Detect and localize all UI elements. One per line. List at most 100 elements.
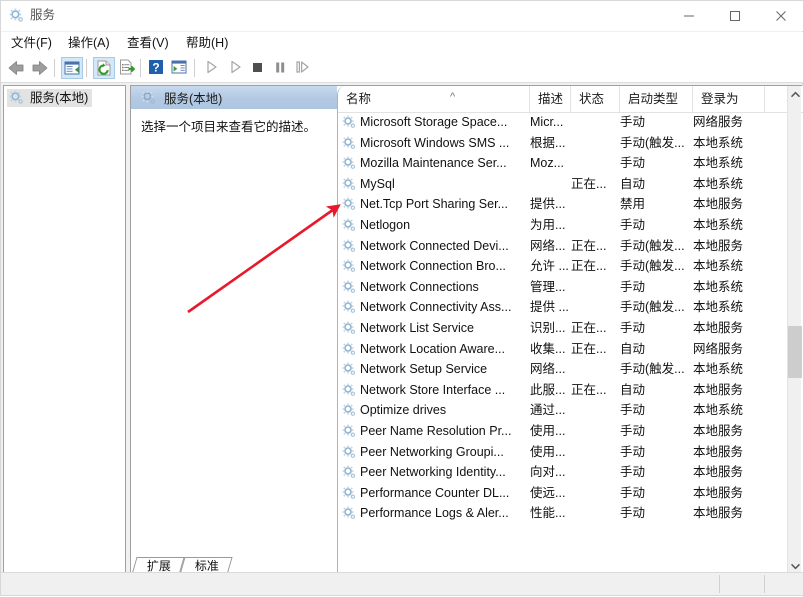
- cell-log-on-as: 本地系统: [693, 217, 744, 232]
- scroll-up-icon[interactable]: [788, 86, 802, 103]
- cell-service-name: Performance Counter DL...: [360, 485, 510, 500]
- pause-service-icon[interactable]: [270, 57, 292, 79]
- services-gear-icon: [9, 8, 25, 24]
- cell-status: 正在...: [571, 382, 607, 397]
- table-row[interactable]: Microsoft Storage Space... Micr... 手动 网络服务: [338, 112, 790, 133]
- service-gear-icon: [342, 321, 357, 336]
- cell-description: 为用...: [530, 217, 566, 232]
- services-gear-icon: [141, 90, 157, 106]
- cell-description: 向对...: [530, 465, 566, 480]
- cell-status: 正在...: [571, 341, 607, 356]
- column-header-startup-type[interactable]: 启动类型: [620, 86, 693, 112]
- menu-help[interactable]: 帮助(H): [182, 35, 232, 52]
- stop-service-icon[interactable]: [247, 57, 269, 79]
- restart-service-icon[interactable]: [292, 57, 314, 79]
- cell-description: 根据...: [530, 135, 566, 150]
- service-gear-icon: [342, 259, 357, 274]
- table-row[interactable]: Net.Tcp Port Sharing Ser... 提供... 禁用 本地服务: [338, 194, 790, 215]
- scrollbar-thumb[interactable]: [788, 326, 802, 378]
- table-row[interactable]: Microsoft Windows SMS ... 根据... 手动(触发... 本地…: [338, 133, 790, 154]
- cell-description: 此服...: [530, 382, 566, 397]
- console-tree-pane: 服务(本地): [3, 85, 126, 574]
- refresh-icon[interactable]: [93, 57, 115, 79]
- cell-startup-type: 手动: [620, 320, 646, 335]
- table-row[interactable]: Mozilla Maintenance Ser... Moz... 手动 本地系统: [338, 153, 790, 174]
- toolbar-separator: [54, 59, 55, 77]
- table-row[interactable]: Network Connected Devi... 网络... 正在... 手动(触发…: [338, 236, 790, 257]
- cell-log-on-as: 本地服务: [693, 423, 744, 438]
- toolbar-separator: [194, 59, 195, 77]
- cell-startup-type: 手动: [620, 279, 646, 294]
- cell-log-on-as: 本地服务: [693, 465, 744, 480]
- table-row[interactable]: Network Location Aware... 收集... 正在... 自动 网络服…: [338, 339, 790, 360]
- back-arrow-icon[interactable]: [5, 57, 27, 79]
- column-header-status[interactable]: 状态: [571, 86, 620, 112]
- cell-log-on-as: 本地服务: [693, 506, 744, 521]
- table-row[interactable]: Peer Networking Groupi... 使用... 手动 本地服务: [338, 442, 790, 463]
- resume-service-icon[interactable]: [225, 57, 247, 79]
- service-gear-icon: [342, 177, 357, 192]
- cell-description: 通过...: [530, 403, 566, 418]
- table-row[interactable]: Netlogon 为用... 手动 本地系统: [338, 215, 790, 236]
- menu-view[interactable]: 查看(V): [123, 35, 173, 52]
- list-vertical-scrollbar[interactable]: [787, 86, 802, 575]
- table-row[interactable]: Performance Counter DL... 使远... 手动 本地服务: [338, 483, 790, 504]
- service-gear-icon: [342, 342, 357, 357]
- table-row[interactable]: Peer Name Resolution Pr... 使用... 手动 本地服务: [338, 421, 790, 442]
- cell-status: 正在...: [571, 259, 607, 274]
- cell-startup-type: 手动: [620, 115, 646, 129]
- cell-service-name: Network Connected Devi...: [360, 238, 509, 253]
- cell-startup-type: 自动: [620, 341, 646, 356]
- cell-description: 收集...: [530, 341, 566, 356]
- cell-startup-type: 手动: [620, 423, 646, 438]
- menu-action[interactable]: 操作(A): [64, 35, 114, 52]
- show-hide-action-pane-icon[interactable]: [169, 57, 191, 79]
- table-row[interactable]: Network Store Interface ... 此服... 正在... 自动 本…: [338, 380, 790, 401]
- svg-text:?: ?: [152, 61, 159, 75]
- cell-log-on-as: 本地服务: [693, 485, 744, 500]
- cell-description: 提供 ...: [530, 300, 569, 315]
- cell-startup-type: 手动: [620, 485, 646, 500]
- help-icon[interactable]: ?: [146, 57, 168, 79]
- toolbar-separator: [140, 59, 141, 77]
- services-window: 服务 文件(F) 操作(A) 查看(V) 帮助(H) ? 服务(本地) 服务(本…: [0, 0, 803, 596]
- table-row[interactable]: MySql 正在... 自动 本地系统: [338, 174, 790, 195]
- tree-item-label: 服务(本地): [30, 91, 89, 105]
- table-row[interactable]: Network Setup Service 网络... 手动(触发... 本地系统: [338, 359, 790, 380]
- service-gear-icon: [342, 506, 357, 521]
- service-gear-icon: [342, 445, 357, 460]
- cell-service-name: Network Location Aware...: [360, 341, 505, 356]
- tree-item-services-local[interactable]: 服务(本地): [7, 89, 93, 107]
- export-list-icon[interactable]: [117, 57, 139, 79]
- minimize-button[interactable]: [666, 1, 712, 31]
- column-header-log-on-as[interactable]: 登录为: [693, 86, 765, 112]
- maximize-button[interactable]: [712, 1, 758, 31]
- title-bar: 服务: [1, 1, 803, 31]
- cell-description: Moz...: [530, 156, 565, 171]
- cell-status: 正在...: [571, 238, 607, 253]
- table-row[interactable]: Network Connections 管理... 手动 本地系统: [338, 277, 790, 298]
- menu-file[interactable]: 文件(F): [7, 35, 56, 52]
- show-hide-console-tree-icon[interactable]: [61, 57, 83, 79]
- column-header-description[interactable]: 描述: [530, 86, 571, 112]
- table-row[interactable]: Network List Service 识别... 正在... 手动 本地服务: [338, 318, 790, 339]
- table-row[interactable]: Performance Logs & Aler... 性能... 手动 本地服务: [338, 503, 790, 524]
- column-header-name[interactable]: 名称 ^: [338, 86, 530, 112]
- cell-startup-type: 手动(触发...: [620, 238, 685, 253]
- sort-ascending-icon: ^: [450, 91, 456, 103]
- close-button[interactable]: [758, 1, 803, 31]
- cell-startup-type: 手动: [620, 403, 646, 418]
- table-row[interactable]: Network Connectivity Ass... 提供 ... 手动(触发..…: [338, 297, 790, 318]
- cell-log-on-as: 本地系统: [693, 135, 744, 150]
- cell-service-name: Mozilla Maintenance Ser...: [360, 156, 507, 171]
- cell-log-on-as: 本地服务: [693, 382, 744, 397]
- table-row[interactable]: Network Connection Bro... 允许 ... 正在... 手动(触…: [338, 256, 790, 277]
- forward-arrow-icon[interactable]: [29, 57, 51, 79]
- table-row[interactable]: Peer Networking Identity... 向对... 手动 本地服务: [338, 462, 790, 483]
- start-service-icon[interactable]: [201, 57, 223, 79]
- service-gear-icon: [342, 280, 357, 295]
- table-row[interactable]: Optimize drives 通过... 手动 本地系统: [338, 400, 790, 421]
- cell-service-name: Net.Tcp Port Sharing Ser...: [360, 197, 508, 212]
- cell-startup-type: 自动: [620, 382, 646, 397]
- services-row-list: Microsoft Storage Space... Micr... 手动 网络服务 …: [338, 112, 790, 549]
